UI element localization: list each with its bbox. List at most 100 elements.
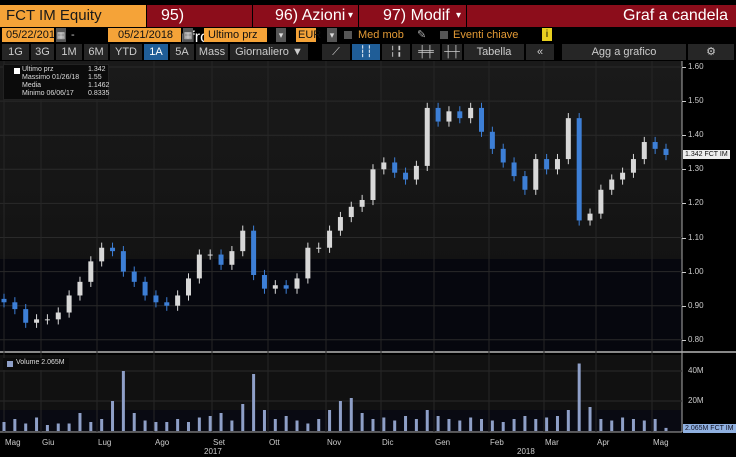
pencil-icon[interactable]: ✎ bbox=[417, 28, 426, 43]
period-max[interactable]: Mass bbox=[196, 44, 228, 60]
period-1a[interactable]: 1A bbox=[144, 44, 168, 60]
price-tick-label: 1.30 bbox=[688, 164, 704, 174]
legend-label: Ultimo prz bbox=[22, 66, 54, 73]
month-label: Ott bbox=[269, 438, 280, 447]
legend-label: Media bbox=[22, 82, 42, 89]
month-label: Gen bbox=[435, 438, 451, 447]
month-label: Dic bbox=[382, 438, 394, 447]
chevron-down-icon: ▾ bbox=[456, 10, 462, 21]
period-ytd[interactable]: YTD bbox=[110, 44, 142, 60]
volume-bar bbox=[176, 419, 180, 431]
price-tick bbox=[682, 135, 686, 137]
collapse-button[interactable]: « bbox=[526, 44, 554, 60]
candle-body bbox=[207, 254, 213, 256]
compare-menu[interactable]: 95) Confronto bbox=[147, 5, 252, 46]
candle-body bbox=[305, 247, 311, 279]
volume-bar bbox=[371, 419, 375, 431]
edit-menu[interactable]: 97) Modif ▾ bbox=[359, 5, 466, 27]
volume-bar bbox=[208, 416, 212, 431]
volume-tick-label: 40M bbox=[688, 366, 704, 375]
start-date-input[interactable]: 05/22/2017 bbox=[2, 28, 61, 42]
volume-bar bbox=[78, 413, 82, 431]
frequency-select[interactable]: Giornaliero ▼ bbox=[230, 44, 308, 60]
volume-bar bbox=[642, 420, 646, 431]
volume-bar bbox=[349, 398, 353, 431]
candle-body bbox=[55, 312, 61, 320]
period-6m[interactable]: 6M bbox=[84, 44, 108, 60]
volume-bar bbox=[154, 422, 158, 431]
period-1m[interactable]: 1M bbox=[56, 44, 82, 60]
candle-body bbox=[327, 230, 333, 248]
volume-bar bbox=[490, 420, 494, 431]
table-button[interactable]: Tabella bbox=[464, 44, 524, 60]
volume-bar bbox=[143, 420, 147, 431]
volume-bar bbox=[566, 410, 570, 431]
add-to-chart-button[interactable]: Agg a grafico bbox=[562, 44, 686, 60]
candle-body bbox=[251, 230, 257, 276]
volume-bar bbox=[284, 416, 288, 431]
candle-body bbox=[88, 261, 94, 282]
volume-bar bbox=[252, 374, 256, 431]
period-5a[interactable]: 5A bbox=[170, 44, 194, 60]
candle-body bbox=[229, 251, 235, 265]
month-label: Nov bbox=[327, 438, 342, 447]
actions-menu[interactable]: 96) Azioni ▾ bbox=[253, 5, 358, 27]
hilo-chart-icon[interactable]: ┼┼ bbox=[442, 44, 462, 60]
legend-label: Massimo 01/26/18 bbox=[22, 74, 80, 81]
ticker-field[interactable]: FCT IM Equity bbox=[0, 5, 146, 27]
volume-bar bbox=[56, 423, 60, 431]
volume-bar bbox=[458, 420, 462, 431]
volume-bar bbox=[404, 416, 408, 431]
volume-bar bbox=[2, 422, 6, 431]
candle-body bbox=[1, 298, 7, 303]
info-icon[interactable]: i bbox=[542, 28, 552, 41]
ohlc-chart-icon[interactable]: ╪╪ bbox=[412, 44, 440, 60]
candle-body bbox=[77, 281, 83, 296]
moving-average-checkbox[interactable] bbox=[344, 31, 352, 39]
settings-icon[interactable]: ⚙ bbox=[688, 44, 734, 60]
volume-bar bbox=[24, 423, 28, 431]
candle-body bbox=[348, 206, 354, 218]
candle-body bbox=[240, 230, 246, 252]
year-label: 2017 bbox=[204, 447, 222, 456]
month-label: Mar bbox=[545, 438, 559, 447]
end-date-input[interactable]: 05/21/2018 bbox=[108, 28, 181, 42]
calendar-icon[interactable]: ▦ bbox=[56, 28, 66, 42]
key-events-checkbox[interactable] bbox=[440, 31, 448, 39]
volume-swatch bbox=[7, 361, 13, 367]
candle-body bbox=[34, 319, 40, 323]
currency-select[interactable]: EUR bbox=[296, 28, 321, 42]
candle-body bbox=[457, 111, 463, 119]
candle-body bbox=[23, 309, 29, 323]
bar-chart-icon[interactable]: ╎╏ bbox=[382, 44, 410, 60]
volume-bar bbox=[273, 419, 277, 431]
field-select[interactable]: Ultimo prz bbox=[204, 28, 267, 42]
volume-bar bbox=[588, 407, 592, 431]
volume-bar bbox=[197, 417, 201, 431]
volume-bar bbox=[577, 363, 581, 431]
moving-average-label: Med mob bbox=[358, 29, 404, 41]
volume-bar bbox=[186, 422, 190, 431]
candle-body bbox=[272, 285, 278, 289]
volume-bar bbox=[165, 422, 169, 431]
candle-body bbox=[620, 172, 626, 180]
chevron-down-icon[interactable]: ▾ bbox=[276, 28, 286, 42]
volume-bar bbox=[230, 420, 234, 431]
candle-chart-icon[interactable]: ┆┆ bbox=[352, 44, 380, 60]
legend-value: 1.1462 bbox=[88, 82, 110, 89]
volume-bar bbox=[610, 420, 614, 431]
month-label: Mag bbox=[653, 438, 669, 447]
volume-bar bbox=[121, 371, 125, 431]
period-1g[interactable]: 1G bbox=[2, 44, 29, 60]
candle-body bbox=[554, 159, 560, 170]
candle-body bbox=[283, 285, 289, 289]
candle-body bbox=[630, 159, 636, 173]
candle-body bbox=[110, 247, 116, 252]
period-3g[interactable]: 3G bbox=[31, 44, 54, 60]
price-tick-label: 0.80 bbox=[688, 334, 704, 344]
line-chart-icon[interactable]: ⟋ bbox=[322, 44, 350, 60]
volume-bar bbox=[414, 419, 418, 431]
calendar-icon[interactable]: ▦ bbox=[183, 28, 193, 42]
price-tick-label: 1.60 bbox=[688, 62, 704, 71]
chevron-down-icon[interactable]: ▾ bbox=[327, 28, 337, 42]
